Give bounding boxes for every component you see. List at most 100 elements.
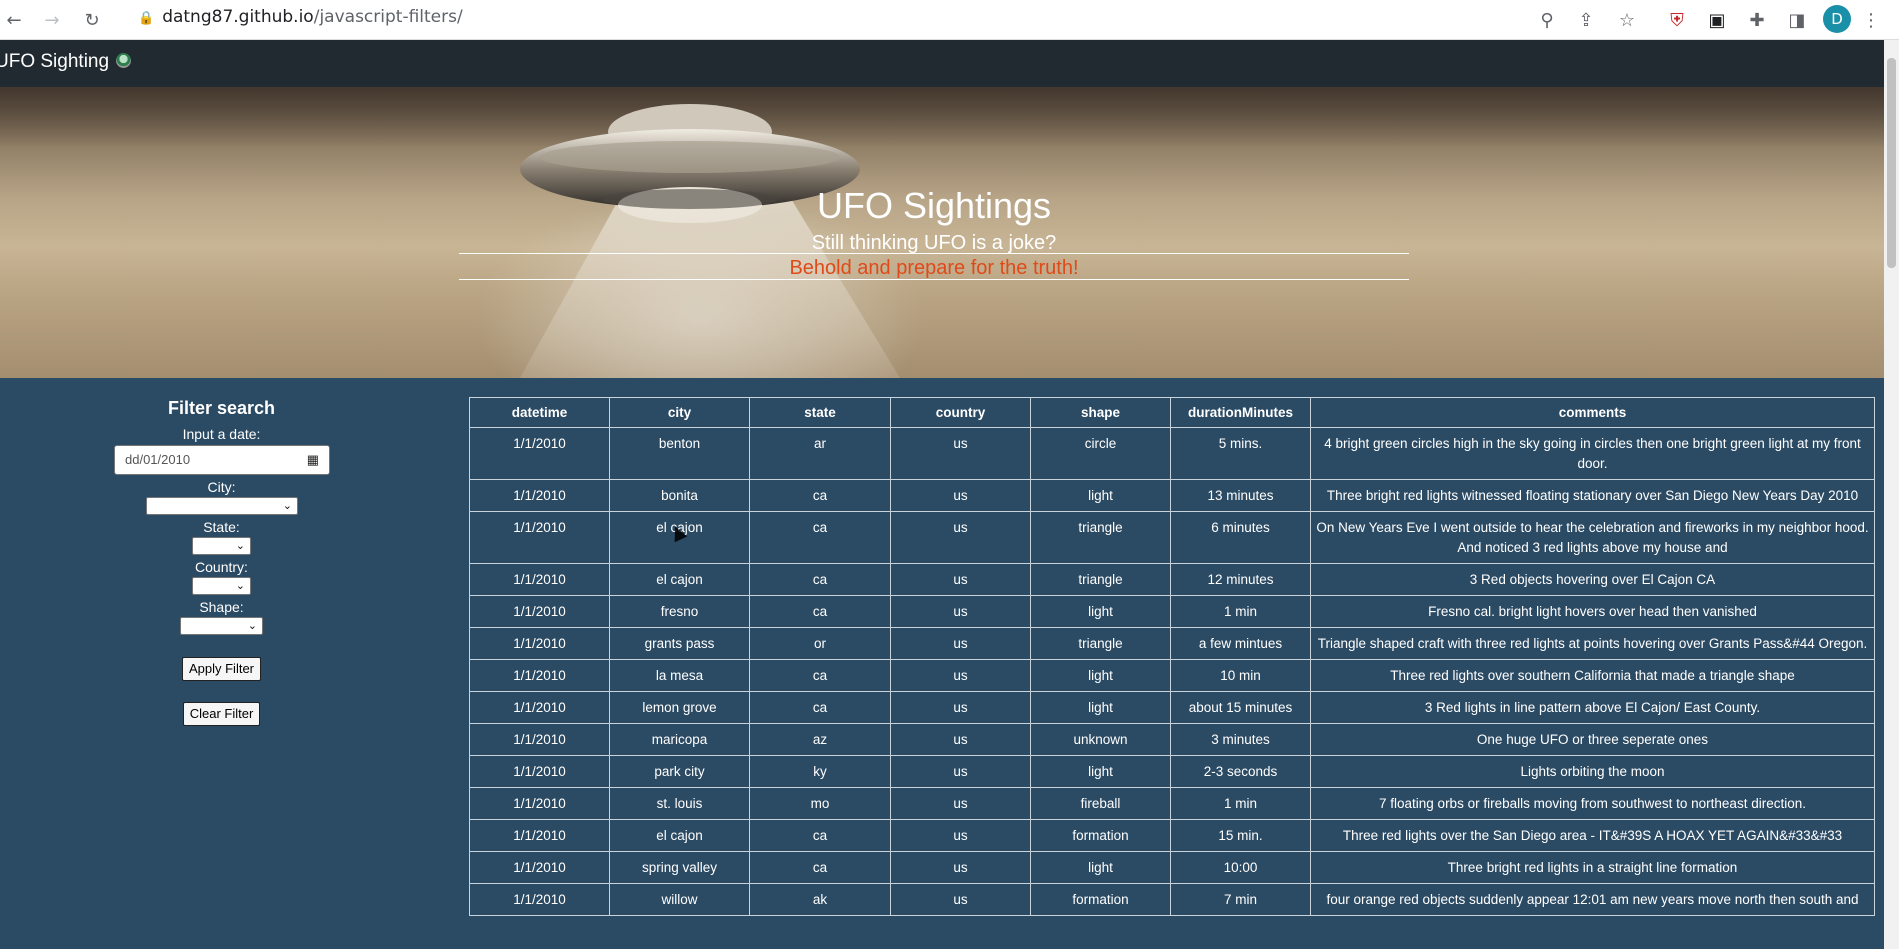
city-label: City:: [207, 479, 236, 495]
table-cell-country: us: [890, 563, 1031, 596]
table-row: 1/1/2010 bonita ca us light 13 minutes Three b…: [469, 479, 1875, 512]
table-cell-shape: light: [1030, 851, 1171, 884]
table-cell-city: benton: [609, 427, 750, 480]
table-cell-shape: light: [1030, 595, 1171, 628]
city-select[interactable]: ⌄: [146, 497, 298, 515]
table-row: 1/1/2010 maricopa az us unknown 3 minutes One …: [469, 723, 1875, 756]
table-cell-country: us: [890, 723, 1031, 756]
column-header-durationminutes: durationMinutes: [1170, 397, 1311, 428]
column-header-city: city: [609, 397, 750, 428]
table-cell-state: ca: [749, 479, 891, 512]
clear-filter-button[interactable]: Clear Filter: [183, 702, 260, 726]
lock-icon: 🔒: [138, 11, 155, 26]
table-row: 1/1/2010 el cajon ca us formation 15 min. Thre…: [469, 819, 1875, 852]
table-cell-datetime: 1/1/2010: [469, 723, 610, 756]
table-cell-datetime: 1/1/2010: [469, 851, 610, 884]
extension-shield-icon[interactable]: ⛨: [1659, 0, 1695, 40]
address-bar[interactable]: 🔒 datng87.github.io/javascript-filters/: [138, 0, 463, 40]
table-cell-state: ca: [749, 563, 891, 596]
header-row: datetime city state country shape durationMin…: [469, 397, 1875, 428]
table-cell-comments: Three red lights over the San Diego area…: [1310, 819, 1875, 852]
table-cell-country: us: [890, 691, 1031, 724]
table-row: 1/1/2010 grants pass or us triangle a few min…: [469, 627, 1875, 660]
table-row: 1/1/2010 el cajon ca us triangle 12 minutes 3 …: [469, 563, 1875, 596]
table-cell-datetime: 1/1/2010: [469, 787, 610, 820]
table-cell-durationminutes: 1 min: [1170, 787, 1311, 820]
table-cell-city: la mesa: [609, 659, 750, 692]
table-cell-durationminutes: 10:00: [1170, 851, 1311, 884]
table-cell-comments: Three bright red lights witnessed floati…: [1310, 479, 1875, 512]
table-cell-durationminutes: 3 minutes: [1170, 723, 1311, 756]
table-cell-datetime: 1/1/2010: [469, 479, 610, 512]
navbar: UFO Sighting: [0, 40, 1884, 87]
table-cell-state: ca: [749, 595, 891, 628]
table-cell-comments: Lights orbiting the moon: [1310, 755, 1875, 788]
table-cell-state: az: [749, 723, 891, 756]
table-cell-city: spring valley: [609, 851, 750, 884]
share-icon[interactable]: ⇪: [1568, 0, 1604, 40]
table-cell-country: us: [890, 755, 1031, 788]
table-cell-state: ca: [749, 691, 891, 724]
scrollbar-thumb[interactable]: [1887, 58, 1896, 268]
profile-avatar[interactable]: D: [1823, 5, 1851, 33]
table-row: 1/1/2010 spring valley ca us light 10:00 Three…: [469, 851, 1875, 884]
table-cell-city: el cajon: [609, 563, 750, 596]
hero-tagline: Behold and prepare for the truth!: [789, 257, 1079, 279]
column-header-state: state: [749, 397, 891, 428]
table-cell-city: willow: [609, 883, 750, 916]
reload-icon[interactable]: ↻: [74, 0, 110, 40]
zoom-icon[interactable]: ⚲: [1529, 0, 1565, 40]
table-cell-comments: 3 Red lights in line pattern above El Ca…: [1310, 691, 1875, 724]
chevron-down-icon: ⌄: [282, 500, 292, 512]
table-cell-shape: light: [1030, 479, 1171, 512]
extensions-puzzle-icon[interactable]: ✚: [1739, 0, 1775, 40]
chevron-down-icon: ⌄: [247, 620, 257, 632]
side-panel-icon[interactable]: ◨: [1779, 0, 1815, 40]
table-row: 1/1/2010 st. louis mo us fireball 1 min 7 floa…: [469, 787, 1875, 820]
table-cell-shape: triangle: [1030, 563, 1171, 596]
table-cell-state: ca: [749, 659, 891, 692]
table-cell-shape: light: [1030, 691, 1171, 724]
hero-divider-bottom: [459, 279, 1409, 280]
alien-icon: [116, 53, 132, 68]
country-select[interactable]: ⌄: [192, 577, 251, 595]
hero-divider-top: [459, 253, 1409, 254]
table-cell-city: fresno: [609, 595, 750, 628]
kebab-menu-icon[interactable]: ⋮: [1859, 0, 1883, 40]
apply-filter-button[interactable]: Apply Filter: [182, 657, 261, 681]
table-cell-city: maricopa: [609, 723, 750, 756]
shape-label: Shape:: [199, 599, 244, 615]
table-row: 1/1/2010 benton ar us circle 5 mins. 4 bright …: [469, 427, 1875, 480]
table-cell-comments: Triangle shaped craft with three red lig…: [1310, 627, 1875, 660]
extension-mask-icon[interactable]: ▣: [1699, 0, 1735, 40]
table-cell-durationminutes: 10 min: [1170, 659, 1311, 692]
table-cell-shape: formation: [1030, 819, 1171, 852]
table-cell-comments: Three red lights over southern Californi…: [1310, 659, 1875, 692]
table-row: 1/1/2010 willow ak us formation 7 min four ora…: [469, 883, 1875, 916]
back-arrow-icon[interactable]: ←: [0, 0, 32, 40]
table-cell-shape: light: [1030, 659, 1171, 692]
table-cell-durationminutes: 12 minutes: [1170, 563, 1311, 596]
shape-select[interactable]: ⌄: [180, 617, 263, 635]
table-cell-city: el cajon: [609, 819, 750, 852]
chevron-down-icon: ⌄: [235, 540, 245, 552]
date-value: dd/01/2010: [125, 452, 191, 467]
forward-arrow-icon[interactable]: →: [34, 0, 70, 40]
table-cell-durationminutes: about 15 minutes: [1170, 691, 1311, 724]
table-cell-shape: triangle: [1030, 511, 1171, 564]
page-scrollbar[interactable]: [1884, 40, 1899, 949]
calendar-icon[interactable]: ▦: [307, 446, 319, 474]
navbar-brand[interactable]: UFO Sighting: [0, 51, 132, 73]
table-cell-datetime: 1/1/2010: [469, 755, 610, 788]
hero-title: UFO Sightings: [816, 185, 1052, 226]
table-cell-state: or: [749, 627, 891, 660]
state-select[interactable]: ⌄: [192, 537, 251, 555]
state-label: State:: [203, 519, 240, 535]
table-cell-durationminutes: 6 minutes: [1170, 511, 1311, 564]
bookmark-star-icon[interactable]: ☆: [1609, 0, 1645, 40]
table-cell-comments: On New Years Eve I went outside to hear …: [1310, 511, 1875, 564]
date-input[interactable]: dd/01/2010 ▦: [114, 445, 330, 475]
table-body: 1/1/2010 benton ar us circle 5 mins. 4 bright …: [469, 427, 1875, 916]
date-label: Input a date:: [182, 426, 261, 442]
sightings-table: datetime city state country shape durationMin…: [469, 397, 1875, 916]
